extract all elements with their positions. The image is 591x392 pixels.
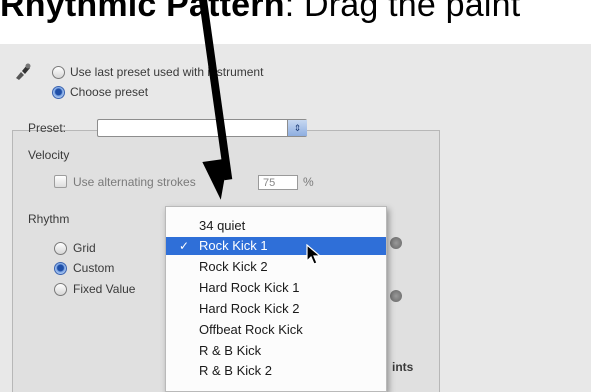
preset-label: Preset: — [28, 121, 67, 135]
menu-item[interactable]: R & B Kick 2 — [166, 362, 386, 380]
chevron-updown-icon: ⇕ — [293, 123, 302, 133]
velocity-value-field[interactable]: 75 — [258, 175, 298, 190]
rhythm-fixed-label: Fixed Value — [73, 282, 136, 296]
annotation-arrow-head — [202, 158, 234, 202]
menu-item-label: R & B Kick — [199, 343, 262, 358]
checkmark-icon: ✓ — [179, 239, 190, 253]
menu-item-label: Rock Kick 2 — [199, 259, 268, 274]
menu-item-selected[interactable]: ✓ Rock Kick 1 — [166, 237, 386, 255]
alternating-strokes-label: Use alternating strokes — [73, 175, 196, 189]
radio-last-preset[interactable] — [52, 66, 65, 79]
velocity-label: Velocity — [28, 148, 70, 162]
menu-item[interactable]: Hard Rock Kick 1 — [166, 279, 386, 297]
preset-dropdown-menu[interactable]: 34 quiet ✓ Rock Kick 1 Rock Kick 2 Hard R… — [165, 206, 387, 392]
heading-rest: : Drag the paint — [284, 0, 521, 24]
rhythm-radio-fixed[interactable] — [54, 283, 67, 296]
preset-combo-button[interactable]: ⇕ — [287, 120, 307, 136]
heading-bold: Rhythmic Pattern — [0, 0, 285, 24]
rhythm-custom-label: Custom — [73, 261, 115, 275]
tutorial-heading: Rhythmic Pattern: Drag the paint — [0, 0, 520, 25]
menu-item-label: 34 quiet — [199, 218, 246, 233]
menu-item-label: Hard Rock Kick 1 — [199, 280, 300, 295]
stepper-knob-bottom[interactable] — [390, 290, 402, 302]
alternating-strokes-checkbox[interactable] — [54, 175, 67, 188]
footer-fragment: ints — [392, 360, 414, 374]
mouse-pointer-icon — [306, 244, 322, 265]
radio-last-preset-label: Use last preset used with instrument — [70, 65, 264, 79]
velocity-unit: % — [303, 175, 314, 189]
radio-choose-preset-label: Choose preset — [70, 85, 149, 99]
preset-combo[interactable] — [97, 119, 307, 137]
menu-item-label: Hard Rock Kick 2 — [199, 301, 300, 316]
radio-choose-preset[interactable] — [52, 86, 65, 99]
menu-item[interactable]: Hard Rock Kick 2 — [166, 300, 386, 318]
menu-item[interactable]: Offbeat Rock Kick — [166, 321, 386, 339]
rhythm-radio-grid[interactable] — [54, 242, 67, 255]
menu-item[interactable]: Rock Kick 2 — [166, 258, 386, 276]
stepper-knob-top[interactable] — [390, 237, 402, 249]
menu-item[interactable]: 34 quiet — [166, 217, 386, 235]
menu-item-label: R & B Kick 2 — [199, 363, 272, 378]
menu-item-label: Offbeat Rock Kick — [199, 322, 303, 337]
menu-item-label: Rock Kick 1 — [199, 238, 268, 253]
rhythm-grid-label: Grid — [73, 241, 96, 255]
rhythm-radio-custom[interactable] — [54, 262, 67, 275]
menu-item[interactable]: R & B Kick — [166, 342, 386, 360]
rhythm-label: Rhythm — [28, 212, 70, 226]
paintbrush-icon — [16, 63, 31, 80]
